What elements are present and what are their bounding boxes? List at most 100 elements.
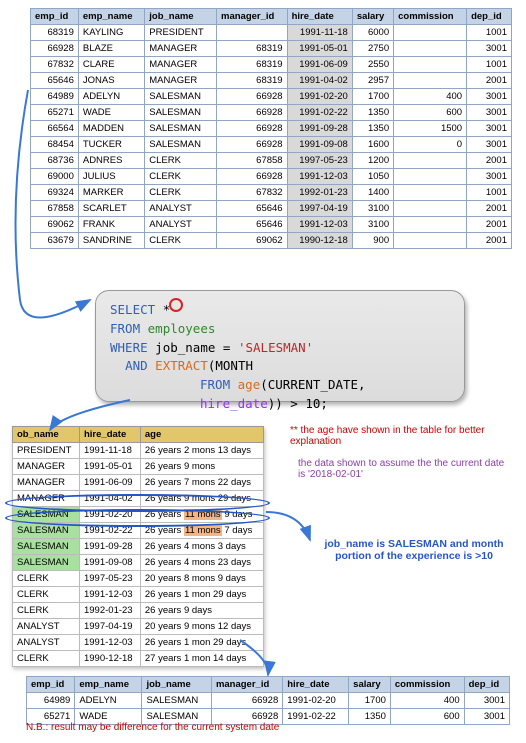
sql-eq: = xyxy=(215,340,238,355)
cell: ADELYN xyxy=(78,89,144,105)
cell: 1991-06-09 xyxy=(79,475,140,491)
note-nb: N.B.: result may be difference for the c… xyxy=(26,722,279,733)
cell: 1991-09-08 xyxy=(79,555,140,571)
cell: CLERK xyxy=(145,185,217,201)
cell: 1991-06-09 xyxy=(287,57,352,73)
cell: 1991-12-03 xyxy=(79,587,140,603)
cell: SALESMAN xyxy=(145,105,217,121)
col-manager_id: manager_id xyxy=(211,677,282,693)
sql-table: employees xyxy=(148,321,216,336)
cell: 400 xyxy=(390,693,464,709)
cell: 1991-04-02 xyxy=(287,73,352,89)
cell: 3001 xyxy=(467,121,512,137)
cell: MANAGER xyxy=(13,459,80,475)
sql-curdate: (CURRENT_DATE, xyxy=(260,377,365,392)
cell: PRESIDENT xyxy=(13,443,80,459)
cell xyxy=(394,153,467,169)
cell: 1991-02-22 xyxy=(287,105,352,121)
table-row: 68319KAYLINGPRESIDENT1991-11-1860001001 xyxy=(31,25,512,41)
cell: SCARLET xyxy=(78,201,144,217)
cell: 1991-09-28 xyxy=(79,539,140,555)
table-row: 67858SCARLETANALYST656461997-04-19310020… xyxy=(31,201,512,217)
cell: SALESMAN xyxy=(145,89,217,105)
cell: 68736 xyxy=(31,153,79,169)
cell: SALESMAN xyxy=(13,539,80,555)
cell: 1700 xyxy=(352,89,393,105)
cell: CLERK xyxy=(145,169,217,185)
cell: 69000 xyxy=(31,169,79,185)
cell: 3001 xyxy=(464,693,509,709)
cell: 1991-11-18 xyxy=(79,443,140,459)
cell: 1990-12-18 xyxy=(287,233,352,249)
table-row: 69062FRANKANALYST656461991-12-0331002001 xyxy=(31,217,512,233)
sql-and: AND xyxy=(125,358,148,373)
sql-extract: EXTRACT xyxy=(155,358,208,373)
cell: 900 xyxy=(352,233,393,249)
cell: SALESMAN xyxy=(13,555,80,571)
cell: 1001 xyxy=(467,57,512,73)
cell: 68319 xyxy=(217,41,288,57)
sql-query-box: SELECT * FROM employees WHERE job_name =… xyxy=(95,290,465,402)
cell: 2001 xyxy=(467,201,512,217)
cell: 69062 xyxy=(217,233,288,249)
cell: JULIUS xyxy=(78,169,144,185)
cell: 1350 xyxy=(352,121,393,137)
cell: 65646 xyxy=(217,217,288,233)
cell: FRANK xyxy=(78,217,144,233)
cell: 20 years 9 mons 12 days xyxy=(140,619,263,635)
cell: 67858 xyxy=(31,201,79,217)
cell: 66564 xyxy=(31,121,79,137)
table-row: 67832CLAREMANAGER683191991-06-0925501001 xyxy=(31,57,512,73)
cell: MANAGER xyxy=(145,57,217,73)
col-hire_date: hire_date xyxy=(287,9,352,25)
cell xyxy=(394,73,467,89)
cell: 1992-01-23 xyxy=(287,185,352,201)
cell: ANALYST xyxy=(13,619,80,635)
table-row: 69000JULIUSCLERK669281991-12-0310503001 xyxy=(31,169,512,185)
cell: SALESMAN xyxy=(145,137,217,153)
cell: 64989 xyxy=(31,89,79,105)
table-row: MANAGER1991-05-0126 years 9 mons xyxy=(13,459,264,475)
cell: 1050 xyxy=(352,169,393,185)
cell xyxy=(394,233,467,249)
table-row: 64989ADELYNSALESMAN669281991-02-20170040… xyxy=(31,89,512,105)
cell xyxy=(394,201,467,217)
cell: 68319 xyxy=(217,57,288,73)
cell: 1997-05-23 xyxy=(79,571,140,587)
col-dep_id: dep_id xyxy=(467,9,512,25)
cell: 26 years 4 mons 23 days xyxy=(140,555,263,571)
col-salary: salary xyxy=(349,677,391,693)
cell: ANALYST xyxy=(13,635,80,651)
cell: CLERK xyxy=(13,603,80,619)
col-emp_name: emp_name xyxy=(75,677,142,693)
cell: 1991-05-01 xyxy=(79,459,140,475)
table-row: 68454TUCKERSALESMAN669281991-09-08160003… xyxy=(31,137,512,153)
cell xyxy=(394,169,467,185)
cell: 2750 xyxy=(352,41,393,57)
col-salary: salary xyxy=(352,9,393,25)
table-row: CLERK1990-12-1827 years 1 mon 14 days xyxy=(13,651,264,667)
cell: 1990-12-18 xyxy=(79,651,140,667)
table-row: ANALYST1997-04-1920 years 9 mons 12 days xyxy=(13,619,264,635)
cell: 3001 xyxy=(467,169,512,185)
cell: 600 xyxy=(394,105,467,121)
cell: 69324 xyxy=(31,185,79,201)
note-condition: job_name is SALESMAN and month portion o… xyxy=(314,538,514,562)
col-job_name: job_name xyxy=(145,9,217,25)
cell: 67832 xyxy=(217,185,288,201)
employees-table: emp_idemp_namejob_namemanager_idhire_dat… xyxy=(30,8,512,249)
cell: 1600 xyxy=(352,137,393,153)
cell xyxy=(394,217,467,233)
cell: KAYLING xyxy=(78,25,144,41)
table-row: 65271WADESALESMAN669281991-02-2213506003… xyxy=(31,105,512,121)
cell: 68319 xyxy=(31,25,79,41)
cell: 69062 xyxy=(31,217,79,233)
cell: 26 years 1 mon 29 days xyxy=(140,587,263,603)
cell: 67832 xyxy=(31,57,79,73)
cell: 3001 xyxy=(464,709,509,725)
cell: 67858 xyxy=(217,153,288,169)
cell: 1991-09-08 xyxy=(287,137,352,153)
cell: 1350 xyxy=(352,105,393,121)
cell: 3001 xyxy=(467,105,512,121)
cell: 1997-04-19 xyxy=(287,201,352,217)
